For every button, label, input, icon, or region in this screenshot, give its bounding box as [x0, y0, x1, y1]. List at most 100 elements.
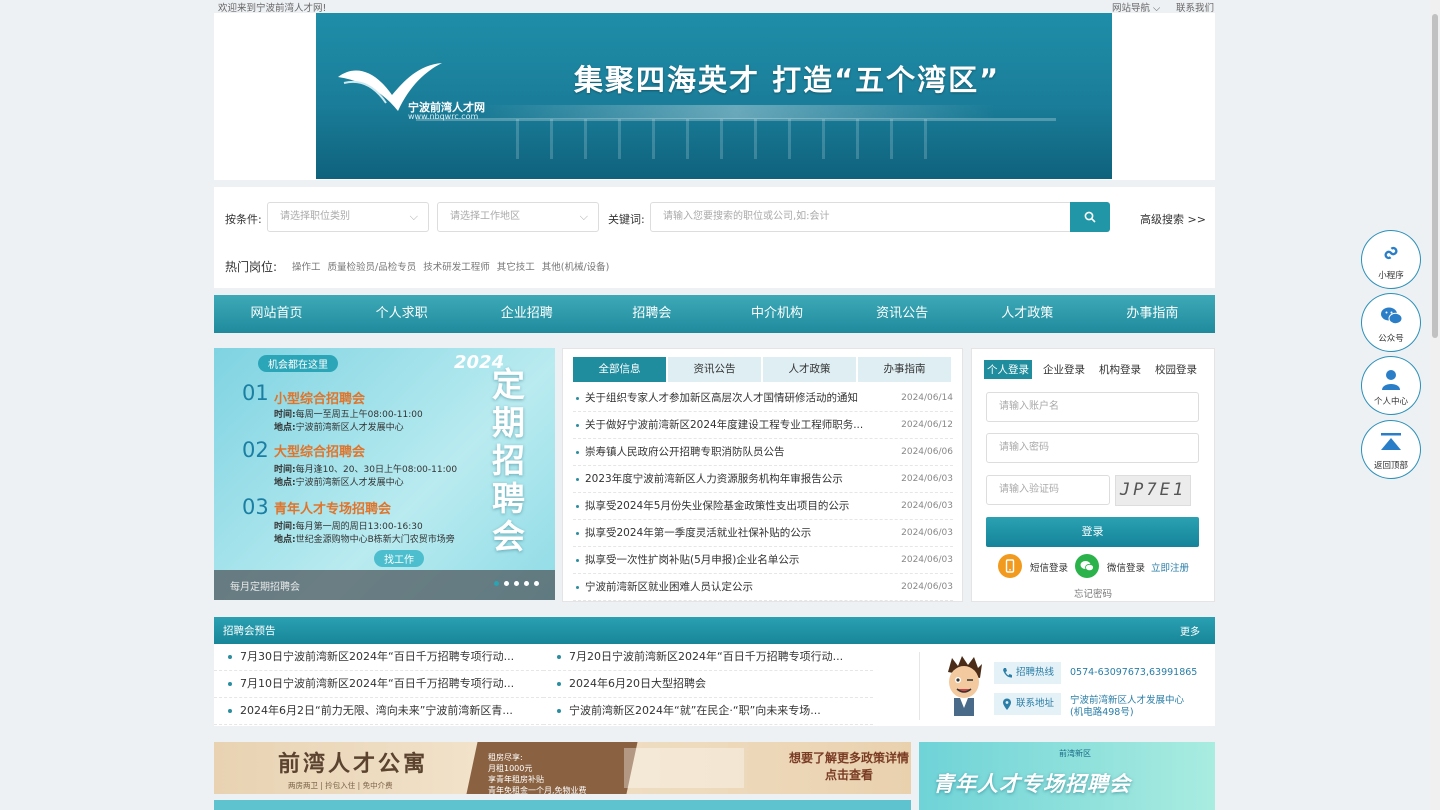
carousel-dot[interactable] [514, 581, 519, 586]
fair-number: 02 [242, 438, 269, 462]
official-account-button[interactable]: 公众号 [1361, 293, 1421, 352]
list-item[interactable]: 宁波前湾新区2024年“就”在民企·“职”向未来专场... [543, 698, 873, 725]
wechat-login-icon[interactable] [1075, 554, 1099, 578]
nav-job-fair[interactable]: 招聘会 [589, 295, 714, 333]
carousel-dot[interactable] [524, 581, 529, 586]
password-input[interactable]: 请输入密码 [986, 433, 1199, 463]
register-link[interactable]: 立即注册 [1151, 560, 1189, 574]
hot-job-item[interactable]: 操作工 [292, 259, 321, 273]
fair-number: 01 [242, 381, 269, 405]
search-panel: 按条件: 请选择职位类别 ⌵ 请选择工作地区 ⌵ 关键词: 请输入您要搜索的职位或公… [214, 187, 1215, 288]
tab-policy[interactable]: 人才政策 [763, 357, 856, 382]
news-item[interactable]: 拟享受2024年5月份失业保险基金政策性支出项目的公示 2024/06/03 [573, 493, 953, 520]
list-item[interactable]: 7月30日宁波前湾新区2024年“百日千万招聘专项行动... [214, 644, 544, 671]
sms-login-link[interactable]: 短信登录 [1030, 560, 1068, 574]
news-item[interactable]: 崇寿镇人民政府公开招聘专职消防队员公告 2024/06/06 [573, 439, 953, 466]
nav-company-recruit[interactable]: 企业招聘 [464, 295, 589, 333]
find-job-button[interactable]: 找工作 [374, 550, 424, 567]
area-select[interactable]: 请选择工作地区 ⌵ [437, 202, 599, 232]
location-pin-icon [1003, 698, 1011, 710]
news-item[interactable]: 关于组织专家人才参加新区高层次人才国情研修活动的通知 2024/06/14 [573, 385, 953, 412]
forgot-password-link[interactable]: 忘记密码 [1074, 586, 1112, 600]
tab-news[interactable]: 资讯公告 [668, 357, 761, 382]
ad-strip[interactable] [214, 800, 911, 810]
news-tabs: 全部信息 资讯公告 人才政策 办事指南 [573, 357, 951, 382]
top-bar: 欢迎来到宁波前湾人才网! 网站导航 ⌵ 联系我们 [0, 0, 1440, 14]
carousel-dot[interactable] [494, 581, 499, 586]
news-item[interactable]: 宁波前湾新区就业困难人员认定公示 2024/06/03 [573, 574, 953, 601]
hot-jobs-list: 操作工 质量检验员/品检专员 技术研发工程师 其它技工 其他(机械/设备) [292, 259, 609, 273]
news-item[interactable]: 关于做好宁波前湾新区2024年度建设工程专业工程师职务... 2024/06/12 [573, 412, 953, 439]
tab-company-login[interactable]: 企业登录 [1040, 360, 1088, 379]
carousel-dots[interactable] [494, 581, 539, 586]
job-fair-preview: 7月30日宁波前湾新区2024年“百日千万招聘专项行动... 7月10日宁波前湾… [214, 644, 1215, 726]
list-item[interactable]: 7月10日宁波前湾新区2024年“百日千万招聘专项行动... [214, 671, 544, 698]
list-item[interactable]: 2024年6月20日大型招聘会 [543, 671, 873, 698]
login-button[interactable]: 登录 [986, 517, 1199, 547]
scrollbar-thumb[interactable] [1432, 14, 1438, 338]
tab-personal-login[interactable]: 个人登录 [984, 360, 1032, 379]
address-label: 联系地址 [994, 693, 1061, 715]
fair-title: 大型综合招聘会 [274, 445, 366, 460]
wechat-icon [1381, 307, 1403, 325]
hot-job-item[interactable]: 其他(机械/设备) [542, 259, 610, 273]
hot-job-item[interactable]: 其它技工 [497, 259, 535, 273]
chevron-down-icon: ⌵ [579, 210, 588, 223]
site-nav-link[interactable]: 网站导航 ⌵ [1112, 0, 1160, 14]
list-item[interactable]: 7月20日宁波前湾新区2024年“百日千万招聘专项行动... [543, 644, 873, 671]
page-scrollbar[interactable] [1430, 0, 1440, 810]
hot-job-item[interactable]: 质量检验员/品检专员 [328, 259, 417, 273]
contact-link[interactable]: 联系我们 [1176, 0, 1214, 14]
nav-agencies[interactable]: 中介机构 [715, 295, 840, 333]
main-nav: 网站首页 个人求职 企业招聘 招聘会 中介机构 资讯公告 人才政策 办事指南 [214, 295, 1215, 333]
username-input[interactable]: 请输入账户名 [986, 392, 1199, 422]
hotline-label: 招聘热线 [994, 662, 1061, 684]
slide-caption-bar: 每月定期招聘会 [214, 570, 555, 600]
keyword-input[interactable]: 请输入您要搜索的职位或公司,如:会计 [650, 202, 1071, 232]
search-icon [1084, 211, 1096, 223]
fair-place: 地点:宁波前湾新区人才发展中心 [274, 423, 404, 433]
hotline-number: 0574-63097673,63991865 [1070, 667, 1198, 678]
hot-jobs-label: 热门岗位: [225, 260, 278, 274]
job-type-select[interactable]: 请选择职位类别 ⌵ [267, 202, 429, 232]
fair-number: 03 [242, 495, 269, 519]
tab-campus-login[interactable]: 校园登录 [1152, 360, 1200, 379]
carousel-dot[interactable] [504, 581, 509, 586]
nav-guide[interactable]: 办事指南 [1090, 295, 1215, 333]
talent-apartment-ad[interactable]: 前湾人才公寓 两房两卫 | 拎包入住 | 免中介费 租房尽享: 月租1000元 … [214, 742, 911, 794]
section-title: 招聘会预告 [223, 625, 276, 637]
wechat-login-link[interactable]: 微信登录 [1107, 560, 1145, 574]
hot-job-item[interactable]: 技术研发工程师 [423, 259, 490, 273]
news-item[interactable]: 2023年度宁波前湾新区人力资源服务机构年审报告公示 2024/06/03 [573, 466, 953, 493]
nav-news[interactable]: 资讯公告 [840, 295, 965, 333]
job-fair-carousel[interactable]: 机会都在这里 2024 定期招聘会 01 小型综合招聘会 时间:每周一至周五上午… [214, 348, 555, 600]
search-button[interactable] [1070, 202, 1110, 232]
list-item[interactable]: 2024年6月2日“前力无限、湾向未来”宁波前湾新区青... [214, 698, 544, 725]
news-item[interactable]: 拟享受2024年第一季度灵活就业社保补贴的公示 2024/06/03 [573, 520, 953, 547]
carousel-dot[interactable] [534, 581, 539, 586]
captcha-input[interactable]: 请输入验证码 [986, 475, 1110, 505]
back-to-top-button[interactable]: 返回顶部 [1361, 420, 1421, 479]
apartment-promo: 租房尽享: 月租1000元 享青年租房补贴 青年免租金一个月,免物业费 [488, 753, 587, 794]
sms-login-icon[interactable] [998, 554, 1022, 578]
nav-talent-policy[interactable]: 人才政策 [965, 295, 1090, 333]
user-icon [1382, 370, 1400, 390]
captcha-image[interactable]: JP7E1 [1115, 475, 1191, 506]
news-item[interactable]: 拟享受一次性扩岗补贴(5月申报)企业名单公示 2024/06/03 [573, 547, 953, 574]
tab-guide[interactable]: 办事指南 [858, 357, 951, 382]
fair-time: 时间:每月第一周的周日13:00-16:30 [274, 522, 423, 532]
mini-program-button[interactable]: 小程序 [1361, 230, 1421, 289]
tab-agency-login[interactable]: 机构登录 [1096, 360, 1144, 379]
more-link[interactable]: 更多 [1180, 623, 1200, 638]
news-panel: 全部信息 资讯公告 人才政策 办事指南 关于组织专家人才参加新区高层次人才国情研… [562, 348, 963, 602]
nav-job-seeking[interactable]: 个人求职 [339, 295, 464, 333]
tab-all[interactable]: 全部信息 [573, 357, 666, 382]
mini-program-icon [1384, 246, 1398, 260]
youth-job-fair-ad[interactable]: 前湾新区 青年人才专场招聘会 [919, 742, 1215, 810]
nav-home[interactable]: 网站首页 [214, 295, 339, 333]
advanced-search-link[interactable]: 高级搜索 >> [1140, 211, 1206, 227]
arrow-up-icon [1381, 433, 1401, 450]
banner-image[interactable]: 宁波前湾人才网 www.nbqwrc.com 集聚四海英才 打造“五个湾区” [316, 13, 1112, 179]
apartment-subtitle: 两房两卫 | 拎包入住 | 免中介费 [288, 781, 393, 790]
personal-center-button[interactable]: 个人中心 [1361, 356, 1421, 415]
